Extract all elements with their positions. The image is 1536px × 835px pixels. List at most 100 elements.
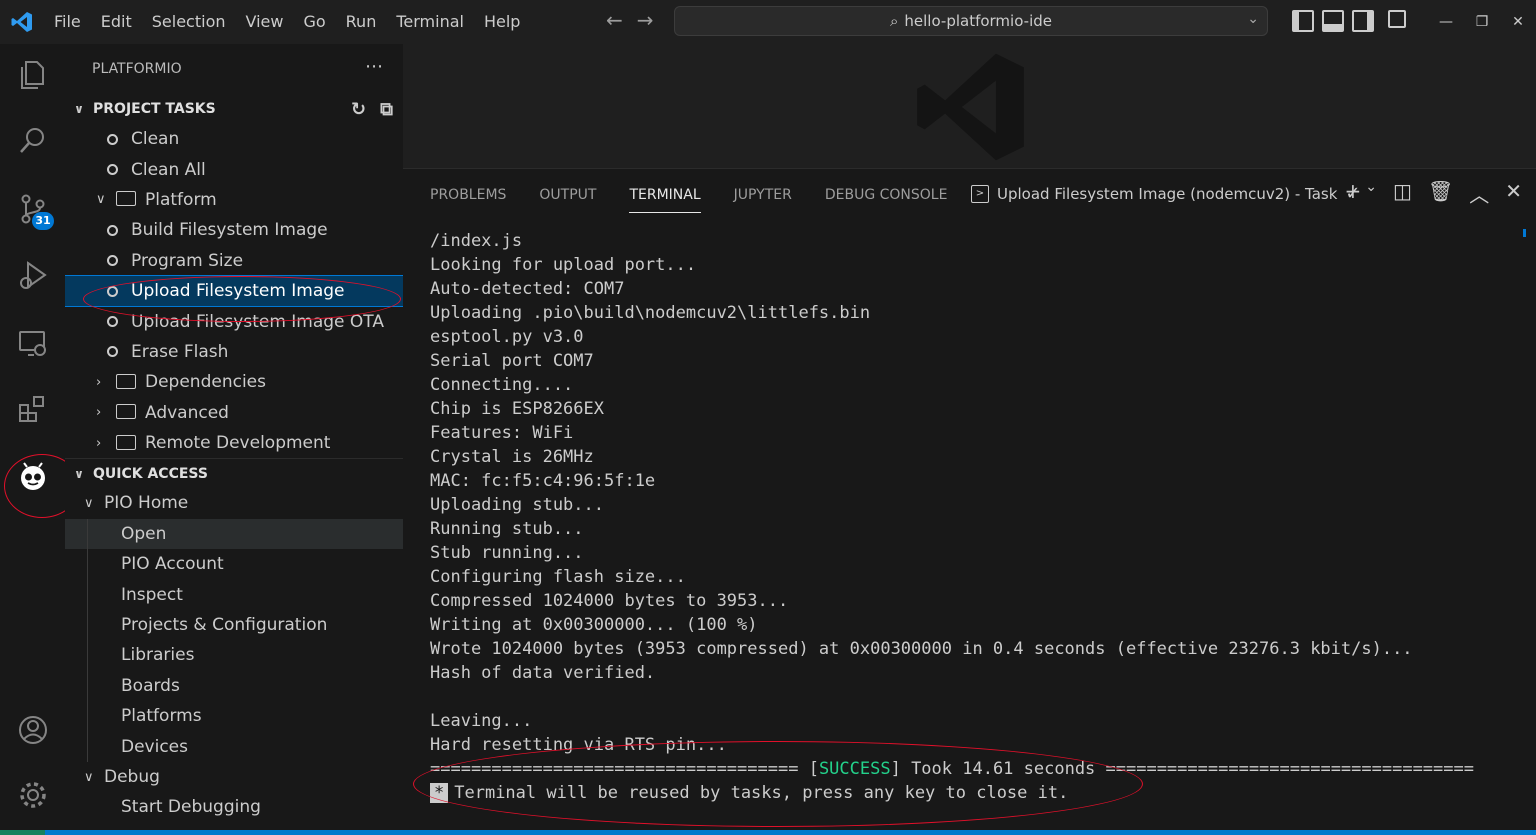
- customize-layout-icon[interactable]: [1388, 10, 1406, 28]
- item-label: Open: [121, 523, 167, 544]
- split-terminal-icon[interactable]: ◫: [1393, 179, 1412, 208]
- task-upload-filesystem-ota[interactable]: Upload Filesystem Image OTA: [65, 306, 403, 336]
- folder-icon: [116, 373, 136, 389]
- task-program-size[interactable]: Program Size: [65, 246, 403, 276]
- collapse-all-icon[interactable]: ⧉: [380, 99, 393, 120]
- quick-devices[interactable]: Devices: [65, 731, 403, 762]
- scm-count-badge: 31: [32, 212, 54, 230]
- menu-go[interactable]: Go: [293, 0, 335, 44]
- task-clean-all[interactable]: Clean All: [65, 154, 403, 184]
- refresh-icon[interactable]: ↻: [351, 99, 366, 120]
- vscode-watermark-icon: [917, 53, 1024, 161]
- chevron-down-icon[interactable]: ⌄: [1365, 179, 1377, 208]
- menu-run[interactable]: Run: [336, 0, 387, 44]
- scrollbar-marker: [1523, 229, 1526, 237]
- platformio-sidebar: PLATFORMIO ⋯ ∨ PROJECT TASKS ↻ ⧉ Clean C…: [65, 44, 403, 830]
- menu-help[interactable]: Help: [474, 0, 530, 44]
- back-arrow-icon[interactable]: ←: [606, 8, 623, 32]
- tab-output[interactable]: OUTPUT: [539, 185, 596, 213]
- new-terminal-icon[interactable]: +: [1344, 179, 1361, 208]
- quick-platforms[interactable]: Platforms: [65, 701, 403, 732]
- item-label: Libraries: [121, 645, 195, 666]
- run-debug-icon[interactable]: [0, 244, 65, 306]
- trash-icon[interactable]: 🗑: [1428, 179, 1453, 208]
- quick-libraries[interactable]: Libraries: [65, 640, 403, 671]
- quick-open[interactable]: Open: [65, 518, 403, 550]
- toggle-panel-icon[interactable]: [1322, 10, 1344, 32]
- terminal-icon: >: [971, 184, 989, 203]
- tab-problems[interactable]: PROBLEMS: [430, 185, 506, 213]
- folder-advanced[interactable]: › Advanced: [65, 398, 403, 428]
- forward-arrow-icon[interactable]: →: [637, 8, 654, 32]
- terminal-line: Running stub...: [430, 519, 584, 539]
- terminal-line: Configuring flash size...: [430, 567, 686, 587]
- tab-terminal[interactable]: TERMINAL: [629, 185, 701, 213]
- terminal-line: Hash of data verified.: [430, 663, 656, 683]
- project-tasks-section[interactable]: ∨ PROJECT TASKS ↻ ⧉: [65, 94, 403, 124]
- platformio-alien-icon[interactable]: [0, 446, 65, 508]
- chevron-right-icon: ›: [96, 405, 102, 421]
- search-view-icon[interactable]: [0, 110, 65, 172]
- command-center-search[interactable]: ⌕ hello-platformio-ide ⌄: [674, 6, 1268, 36]
- menu-terminal[interactable]: Terminal: [386, 0, 474, 44]
- source-control-icon[interactable]: 31: [0, 178, 65, 240]
- quick-inspect[interactable]: Inspect: [65, 579, 403, 610]
- item-label: Devices: [121, 736, 188, 757]
- terminal-line: Leaving...: [430, 711, 533, 731]
- terminal-line: Uploading .pio\build\nodemcuv2\littlefs.…: [430, 303, 871, 323]
- explorer-icon[interactable]: [0, 44, 65, 106]
- folder-dependencies[interactable]: › Dependencies: [65, 367, 403, 397]
- task-circle-icon: [107, 316, 118, 328]
- folder-icon: [116, 191, 136, 207]
- terminal-line: MAC: fc:f5:c4:96:5f:1e: [430, 471, 656, 491]
- task-circle-icon: [107, 224, 118, 236]
- tab-jupyter[interactable]: JUPYTER: [734, 185, 792, 213]
- command-center-label: hello-platformio-ide: [904, 12, 1053, 30]
- folder-remote-development[interactable]: › Remote Development: [65, 428, 403, 458]
- extensions-icon[interactable]: [0, 378, 65, 440]
- terminal-line: Auto-detected: COM7: [430, 279, 625, 299]
- maximize-panel-icon[interactable]: ︿: [1469, 179, 1489, 208]
- restore-icon[interactable]: ❐: [1464, 0, 1500, 44]
- quick-start-debugging[interactable]: Start Debugging: [65, 792, 403, 822]
- terminal-line: Features: WiFi: [430, 423, 574, 443]
- item-label: Projects & Configuration: [121, 615, 328, 636]
- activity-bar: 31: [0, 44, 80, 835]
- task-erase-flash[interactable]: Erase Flash: [65, 337, 403, 367]
- menu-selection[interactable]: Selection: [142, 0, 236, 44]
- pio-home-group[interactable]: ∨ PIO Home: [65, 488, 403, 518]
- task-clean[interactable]: Clean: [65, 124, 403, 154]
- quick-access-section[interactable]: ∨ QUICK ACCESS: [65, 458, 403, 488]
- task-circle-icon: [107, 133, 118, 145]
- reuse-text: Terminal will be reused by tasks, press …: [454, 783, 1069, 803]
- chevron-down-icon: ∨: [74, 102, 84, 116]
- toggle-secondary-sidebar-icon[interactable]: [1352, 10, 1374, 32]
- close-window-icon[interactable]: ✕: [1500, 0, 1536, 44]
- terminal-line: Connecting....: [430, 375, 574, 395]
- folder-icon: [116, 404, 136, 420]
- account-icon[interactable]: [0, 699, 65, 761]
- quick-projects-configuration[interactable]: Projects & Configuration: [65, 609, 403, 641]
- folder-platform[interactable]: ∨ Platform: [65, 185, 403, 215]
- terminal-task-selector[interactable]: > Upload Filesystem Image (nodemcuv2) - …: [971, 183, 1361, 204]
- quick-pio-account[interactable]: PIO Account: [65, 549, 403, 580]
- folder-label: Remote Development: [145, 433, 331, 454]
- remote-indicator[interactable]: [0, 830, 45, 835]
- bottom-panel: PROBLEMS OUTPUT TERMINAL JUPYTER DEBUG C…: [403, 168, 1536, 830]
- minimize-icon[interactable]: —: [1428, 0, 1464, 44]
- more-actions-icon[interactable]: ⋯: [365, 56, 383, 77]
- close-panel-icon[interactable]: ✕: [1505, 179, 1522, 208]
- remote-explorer-icon[interactable]: [0, 312, 65, 374]
- quick-boards[interactable]: Boards: [65, 670, 403, 702]
- tab-debug-console[interactable]: DEBUG CONSOLE: [825, 185, 948, 213]
- task-upload-filesystem[interactable]: Upload Filesystem Image: [65, 274, 403, 308]
- toggle-primary-sidebar-icon[interactable]: [1292, 10, 1314, 32]
- task-build-filesystem[interactable]: Build Filesystem Image: [65, 215, 403, 245]
- menu-view[interactable]: View: [236, 0, 294, 44]
- debug-group[interactable]: ∨ Debug: [65, 762, 403, 792]
- gear-icon[interactable]: [0, 764, 65, 826]
- chevron-down-icon[interactable]: ⌄: [1247, 11, 1259, 27]
- menu-file[interactable]: File: [44, 0, 91, 44]
- menu-edit[interactable]: Edit: [91, 0, 142, 44]
- terminal-output[interactable]: /index.js Looking for upload port... Auto-…: [430, 229, 1474, 805]
